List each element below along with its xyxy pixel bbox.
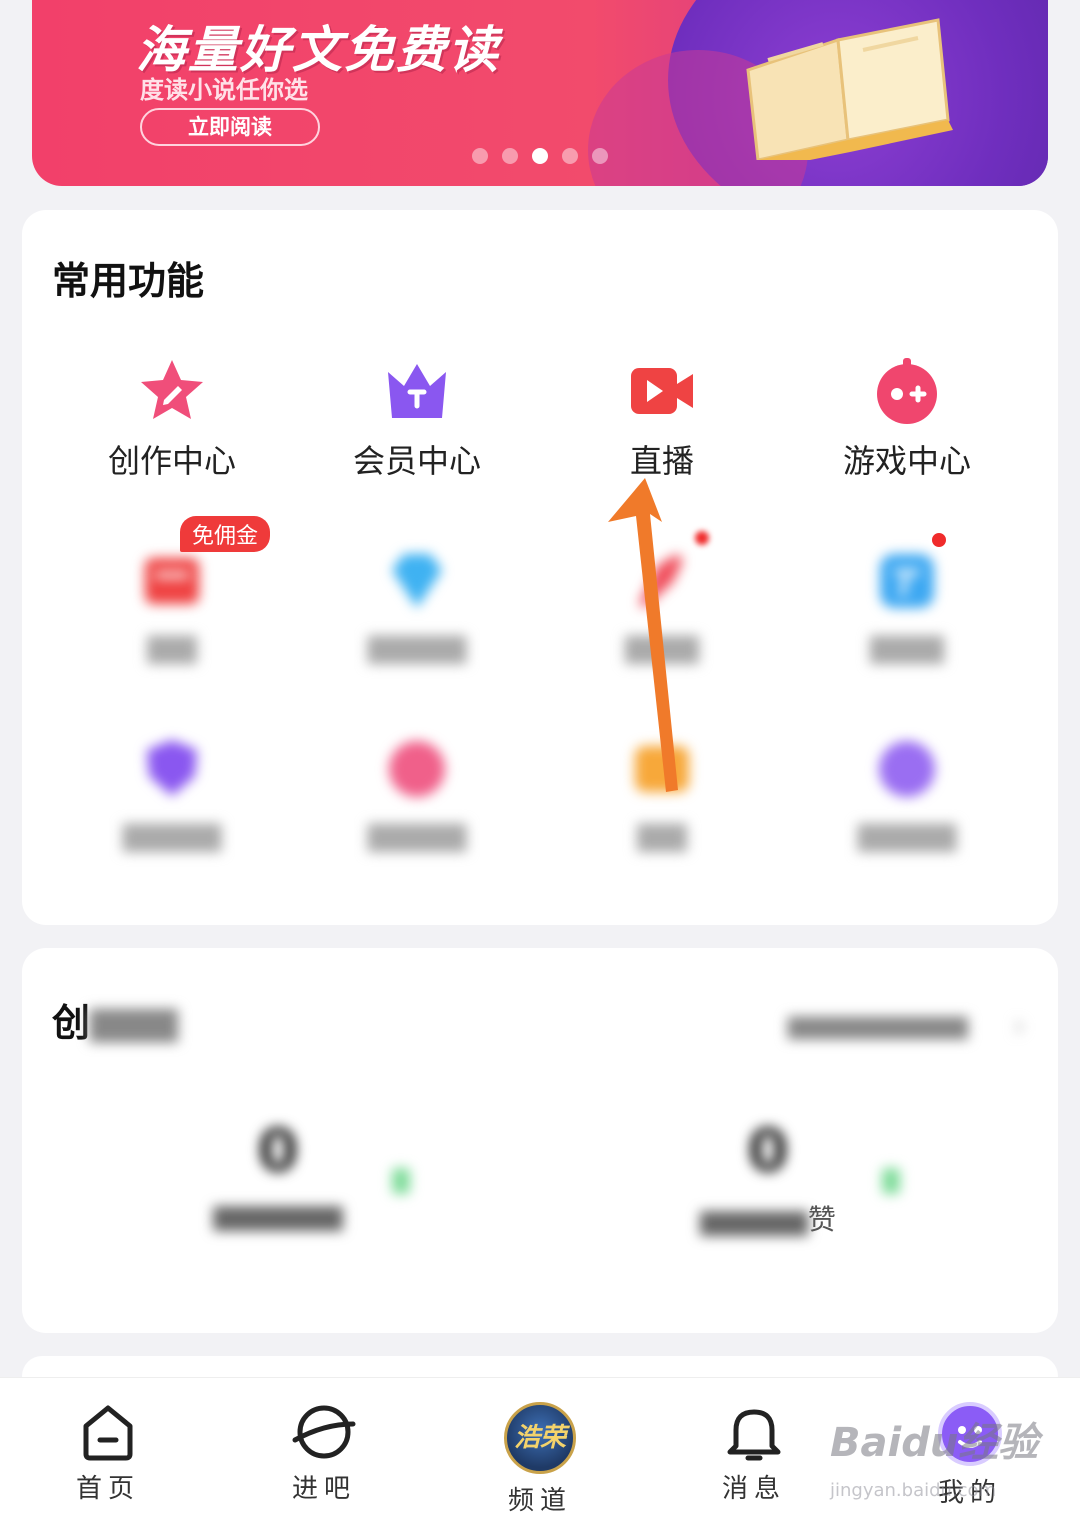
circle-icon — [879, 741, 935, 797]
stat-caption: ▆▆▆▆▆▆ — [213, 1198, 343, 1231]
read-now-button[interactable]: 立即阅读 — [140, 108, 320, 146]
stat-block[interactable]: 0 ▆▆▆▆▆▆ — [128, 1116, 428, 1231]
pager-dot-active[interactable] — [532, 148, 548, 164]
crown-icon — [388, 364, 446, 418]
grid-item-blurred[interactable]: ▆▆ — [49, 546, 295, 664]
home-icon — [83, 1405, 133, 1461]
annotation-arrow — [608, 478, 678, 792]
grid-item-creation-center[interactable]: 创作中心 — [49, 356, 295, 482]
planet-icon — [292, 1405, 356, 1459]
grid-item-label: ▆▆▆▆ — [367, 626, 467, 664]
bell-icon — [727, 1409, 781, 1461]
book-icon — [746, 18, 953, 160]
stat-caption-text: 赞 — [807, 1203, 836, 1236]
commission-free-badge: 免佣金 — [180, 516, 271, 552]
notification-dot — [692, 528, 712, 548]
trend-icon — [392, 1168, 410, 1194]
star-pen-icon — [141, 360, 203, 419]
trend-icon — [882, 1168, 900, 1194]
grid-item-label: ▆▆ — [147, 626, 197, 664]
pager-dot[interactable] — [472, 148, 488, 164]
section-title-blurred: ▆▆▆ — [90, 997, 178, 1042]
nav-messages[interactable]: 消息 — [694, 1402, 814, 1505]
grid-item-label: 创作中心 — [107, 442, 236, 480]
stat-value: 0 — [257, 1116, 299, 1186]
grid-item-blurred[interactable]: ▆▆▆▆ — [784, 734, 1030, 852]
nav-home[interactable]: 首页 — [48, 1402, 168, 1505]
grid-item-label: ▆▆▆▆ — [857, 814, 957, 852]
banner-pager — [472, 148, 608, 164]
nav-label: 首页 — [75, 1474, 140, 1504]
grid-item-label: 游戏中心 — [842, 442, 971, 480]
pager-dot[interactable] — [502, 148, 518, 164]
nav-label: 消息 — [721, 1474, 786, 1504]
shop-icon — [145, 558, 199, 604]
grid-item-blurred[interactable]: ▆▆▆▆ — [294, 546, 540, 664]
banner-subtitle: 度读小说任你选 — [140, 76, 308, 104]
shield-icon — [147, 740, 197, 796]
nav-channel[interactable]: 浩荣 频道 — [480, 1402, 600, 1517]
stat-caption: ▆▆▆▆▆赞 — [618, 1198, 918, 1238]
notification-dot — [929, 530, 949, 550]
game-controller-icon — [877, 358, 937, 424]
baidu-jingyan-watermark: Baidu经验 — [830, 1420, 1039, 1466]
nav-forum[interactable]: 进吧 — [264, 1402, 384, 1505]
pager-dot[interactable] — [592, 148, 608, 164]
grid-item-blurred[interactable]: ▆▆▆▆ — [49, 734, 295, 852]
grid-item-label: 会员中心 — [352, 442, 481, 480]
update-hint: ▆▆▆▆▆▆▆▆▆ — [788, 1010, 968, 1040]
grid-item-vip-center[interactable]: 会员中心 — [294, 356, 540, 482]
diamond-icon — [392, 554, 442, 608]
video-camera-icon — [631, 368, 693, 414]
grid-item-live[interactable]: 直播 — [539, 356, 785, 482]
grid-item-blurred[interactable]: ▆▆▆▆ — [294, 734, 540, 852]
promo-banner[interactable]: 海量好文免费读 度读小说任你选 立即阅读 — [32, 0, 1048, 186]
section-title: 常用功能 — [52, 259, 205, 303]
nav-label: 进吧 — [291, 1474, 356, 1504]
section-title: 创 ▆▆▆ — [52, 992, 178, 1047]
grid-item-label: ▆▆▆ — [870, 626, 944, 664]
gift-icon — [389, 741, 445, 797]
nav-label: 频道 — [507, 1486, 572, 1516]
chevron-right-icon[interactable]: › — [1012, 1006, 1026, 1046]
creation-data-card: 创 ▆▆▆ ▆▆▆▆▆▆▆▆▆ › 0 ▆▆▆▆▆▆ 0 ▆▆▆▆▆赞 — [22, 948, 1058, 1333]
grid-item-game-center[interactable]: 游戏中心 — [784, 356, 1030, 482]
stat-value: 0 — [747, 1116, 789, 1186]
grid-item-label: ▆▆▆▆ — [367, 814, 467, 852]
stat-block[interactable]: 0 ▆▆▆▆▆赞 — [618, 1116, 918, 1238]
grid-item-blurred[interactable]: ▆▆▆ — [784, 546, 1030, 664]
grid-item-label: ▆▆ — [637, 814, 687, 852]
common-functions-card: 常用功能 创作中心 会员中心 直播 游戏中心 ▆▆ ▆▆▆▆ ▆▆▆ 免佣金 ▆… — [22, 210, 1058, 925]
stat-caption-blurred: ▆▆▆▆▆ — [700, 1203, 808, 1236]
banner-area: 海量好文免费读 度读小说任你选 立即阅读 — [0, 0, 1080, 205]
grid-item-label: ▆▆▆▆ — [122, 814, 222, 852]
channel-icon: 浩荣 — [504, 1402, 576, 1474]
task-icon — [880, 554, 934, 608]
pager-dot[interactable] — [562, 148, 578, 164]
watermark-url: jingyan.baidu.com — [830, 1480, 997, 1501]
section-title-text: 创 — [52, 1001, 91, 1045]
